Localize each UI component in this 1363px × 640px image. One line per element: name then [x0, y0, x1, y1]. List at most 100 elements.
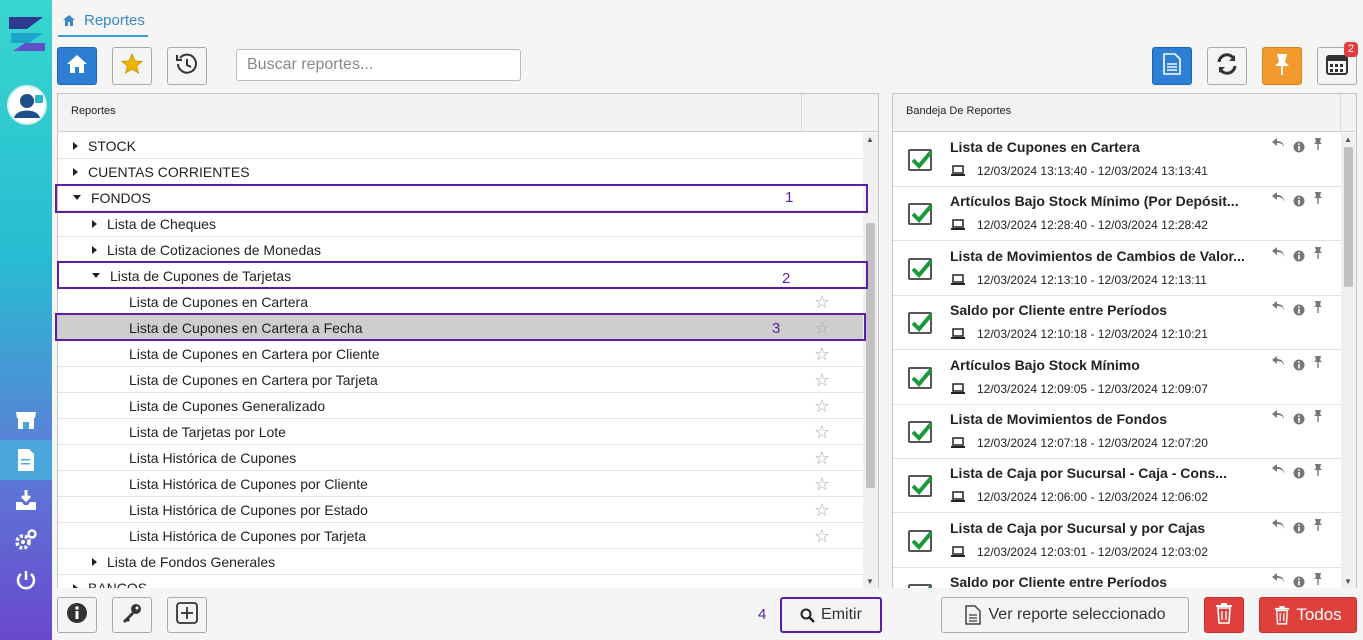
info-icon[interactable] [1293, 195, 1305, 210]
settings-gears-icon[interactable] [0, 520, 52, 560]
tray-item[interactable]: Saldo por Cliente entre Períodos [893, 568, 1341, 588]
favorite-star-icon[interactable]: ☆ [814, 319, 830, 337]
tray-scroll-thumb[interactable] [1344, 147, 1353, 287]
reply-icon[interactable] [1271, 246, 1285, 265]
tray-item[interactable]: Lista de Caja por Sucursal - Caja - Cons… [893, 459, 1341, 514]
tree-row[interactable]: Lista Histórica de Cupones por Cliente ☆ [58, 471, 864, 497]
pin-icon[interactable] [1313, 137, 1323, 156]
reports-list-button[interactable] [1152, 47, 1192, 85]
info-icon[interactable] [1293, 141, 1305, 156]
reply-icon[interactable] [1271, 572, 1285, 588]
tree-row[interactable]: Lista de Cheques [58, 211, 864, 237]
caret-right-icon[interactable] [92, 557, 97, 566]
tree-scroll-thumb[interactable] [866, 223, 875, 488]
tray-item[interactable]: Artículos Bajo Stock Mínimo (Por Depósit… [893, 187, 1341, 242]
tree-row[interactable]: CUENTAS CORRIENTES [58, 159, 864, 185]
favorite-star-icon[interactable]: ☆ [814, 475, 830, 493]
document-icon[interactable] [0, 440, 52, 480]
pin-icon[interactable] [1313, 300, 1323, 319]
tree-row[interactable]: Lista de Cupones en Cartera ☆ [58, 289, 864, 315]
pin-icon[interactable] [1313, 409, 1323, 428]
favorite-star-icon[interactable]: ☆ [814, 345, 830, 363]
tab-reportes[interactable]: Reportes [58, 6, 148, 37]
download-tray-icon[interactable] [0, 480, 52, 520]
tray-item[interactable]: Lista de Movimientos de Cambios de Valor… [893, 241, 1341, 296]
info-icon[interactable] [1293, 359, 1305, 374]
tray-scrollbar[interactable]: ▲ ▼ [1341, 133, 1356, 588]
favorite-star-icon[interactable]: ☆ [814, 293, 830, 311]
caret-right-icon[interactable] [92, 245, 97, 254]
tray-item[interactable]: Artículos Bajo Stock Mínimo 12/03/2024 12… [893, 350, 1341, 405]
pin-icon[interactable] [1313, 518, 1323, 537]
favorite-star-icon[interactable]: ☆ [814, 527, 830, 545]
tree-row[interactable]: Lista Histórica de Cupones por Tarjeta ☆ [58, 523, 864, 549]
reply-icon[interactable] [1271, 191, 1285, 210]
user-avatar-icon[interactable] [7, 85, 47, 125]
tree-row[interactable]: FONDOS [58, 185, 864, 211]
info-button[interactable] [57, 597, 97, 633]
store-icon[interactable] [0, 400, 52, 440]
ver-reporte-button[interactable]: Ver reporte seleccionado [941, 597, 1189, 633]
pin-icon[interactable] [1313, 246, 1323, 265]
tree-row[interactable]: Lista de Cupones Generalizado ☆ [58, 393, 864, 419]
tray-item[interactable]: Lista de Cupones en Cartera 12/03/2024 13… [893, 133, 1341, 187]
tree-row[interactable]: Lista de Cupones en Cartera por Tarjeta ☆ [58, 367, 864, 393]
reply-icon[interactable] [1271, 409, 1285, 428]
delete-button[interactable] [1204, 597, 1244, 633]
caret-down-icon[interactable] [73, 195, 81, 200]
tree-row[interactable]: Lista de Cupones de Tarjetas [58, 263, 864, 289]
tray-item[interactable]: Lista de Movimientos de Fondos 12/03/2024… [893, 405, 1341, 459]
tree-row[interactable]: Lista Histórica de Cupones por Estado ☆ [58, 497, 864, 523]
pin-icon[interactable] [1313, 572, 1323, 588]
calendar-button[interactable]: 2 [1317, 42, 1358, 85]
favorites-button[interactable] [112, 47, 152, 85]
reply-icon[interactable] [1271, 463, 1285, 482]
info-icon[interactable] [1293, 413, 1305, 428]
key-button[interactable] [112, 597, 152, 633]
caret-right-icon[interactable] [92, 219, 97, 228]
info-icon[interactable] [1293, 467, 1305, 482]
tree-row[interactable]: Lista Histórica de Cupones ☆ [58, 445, 864, 471]
scroll-up-icon[interactable]: ▲ [1344, 135, 1352, 144]
info-icon[interactable] [1293, 304, 1305, 319]
pin-button[interactable] [1262, 47, 1302, 85]
tray-item[interactable]: Saldo por Cliente entre Períodos 12/03/20… [893, 296, 1341, 351]
pin-icon[interactable] [1313, 463, 1323, 482]
tree-scrollbar[interactable]: ▲ ▼ [863, 133, 878, 588]
pin-icon[interactable] [1313, 355, 1323, 374]
tree-row[interactable]: STOCK [58, 133, 864, 159]
reply-icon[interactable] [1271, 137, 1285, 156]
reply-icon[interactable] [1271, 355, 1285, 374]
tree-row[interactable]: Lista de Cupones en Cartera por Cliente ☆ [58, 341, 864, 367]
history-button[interactable] [167, 47, 207, 85]
scroll-down-icon[interactable]: ▼ [1344, 577, 1352, 586]
favorite-star-icon[interactable]: ☆ [814, 397, 830, 415]
caret-down-icon[interactable] [92, 273, 100, 278]
pin-icon[interactable] [1313, 191, 1323, 210]
add-button[interactable] [167, 597, 207, 633]
app-logo-icon[interactable] [5, 13, 49, 55]
caret-right-icon[interactable] [73, 167, 78, 176]
search-input[interactable] [236, 49, 521, 81]
power-icon[interactable] [0, 560, 52, 600]
tree-row[interactable]: Lista de Tarjetas por Lote ☆ [58, 419, 864, 445]
tree-row[interactable]: Lista de Cotizaciones de Monedas [58, 237, 864, 263]
tree-row[interactable]: BANCOS [58, 575, 864, 588]
caret-right-icon[interactable] [73, 583, 78, 588]
reply-icon[interactable] [1271, 518, 1285, 537]
favorite-star-icon[interactable]: ☆ [814, 371, 830, 389]
favorite-star-icon[interactable]: ☆ [814, 423, 830, 441]
caret-right-icon[interactable] [73, 141, 78, 150]
favorite-star-icon[interactable]: ☆ [814, 449, 830, 467]
info-icon[interactable] [1293, 522, 1305, 537]
info-icon[interactable] [1293, 576, 1305, 588]
tree-row[interactable]: Lista de Fondos Generales [58, 549, 864, 575]
scroll-down-icon[interactable]: ▼ [866, 577, 874, 586]
reply-icon[interactable] [1271, 300, 1285, 319]
delete-all-button[interactable]: Todos [1259, 597, 1357, 633]
favorite-star-icon[interactable]: ☆ [814, 501, 830, 519]
scroll-up-icon[interactable]: ▲ [866, 135, 874, 144]
emitir-button[interactable]: Emitir [780, 597, 882, 633]
info-icon[interactable] [1293, 250, 1305, 265]
tray-item[interactable]: Lista de Caja por Sucursal y por Cajas 12… [893, 513, 1341, 568]
